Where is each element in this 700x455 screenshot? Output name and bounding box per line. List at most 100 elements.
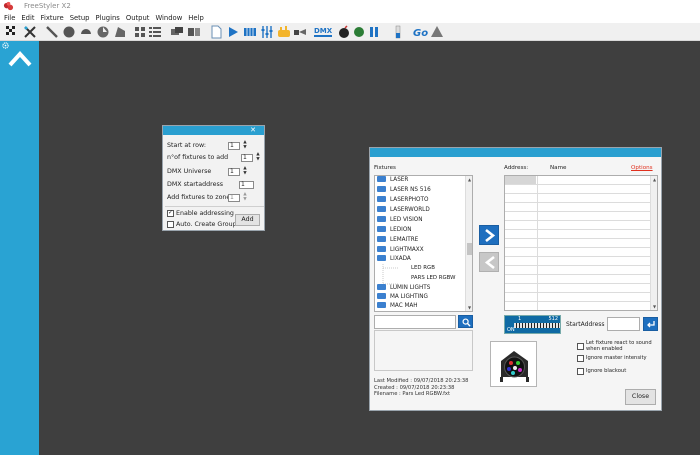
count-input[interactable]: 1 [241,154,253,162]
add-fixture-button[interactable] [479,225,499,245]
hands-icon[interactable] [277,25,291,39]
folder-icon [377,235,386,242]
search-button[interactable] [458,315,473,328]
menu-setup[interactable]: Setup [67,13,93,23]
scroll-down-icon[interactable]: ▼ [466,304,472,311]
dmx-range-bar[interactable]: 1 512 ON [504,315,561,334]
pause-icon[interactable] [367,25,381,39]
menu-file[interactable]: File [0,13,18,23]
menu-bar: File Edit Fixture Setup Plugins Output W… [0,13,700,23]
grid-view-icon[interactable] [133,25,147,39]
search-icon [462,318,471,327]
tree-folder[interactable]: MA LIGHTING [377,292,428,302]
gear-icon[interactable] [2,42,9,49]
tree-folder[interactable]: LIGHTMAXX [377,245,424,255]
enter-icon [647,321,655,328]
options-link[interactable]: Options [631,165,653,171]
tree-folder[interactable]: LASER NS 516 [377,185,431,195]
zone-label: Add fixtures to zone: [167,194,233,201]
pan-icon[interactable] [79,25,93,39]
add-button[interactable]: Add [235,214,260,226]
tree-scrollbar[interactable]: ▲ ▼ [465,176,472,311]
cross-icon[interactable] [23,25,37,39]
tree-folder[interactable]: LASERPHOTO [377,195,428,205]
ignore-blackout-checkbox[interactable] [577,368,584,375]
menu-plugins[interactable]: Plugins [92,13,122,23]
chevron-right-icon [485,228,496,243]
zone-input[interactable]: 1 [228,194,240,202]
tree-folder[interactable]: LED VISION [377,215,423,225]
table-scrollbar[interactable]: ▲ ▼ [650,176,657,310]
list-view-icon[interactable] [148,25,162,39]
scroll-up-icon[interactable]: ▲ [651,176,657,183]
ignore-master-label: Ignore master intensity [586,355,647,361]
go-icon[interactable]: Go [412,25,428,39]
tree-folder[interactable]: LUMIN LIGHTS [377,283,430,293]
tree-fixture-led-rgb[interactable]: LED RGB [411,264,435,273]
menu-edit[interactable]: Edit [18,13,37,23]
start-address-input[interactable] [607,317,640,331]
blackout-icon[interactable] [430,25,444,39]
tree-fixture-pars-led-rgbw[interactable]: PARS LED RGBW [411,274,456,283]
sidebar [0,41,39,455]
circle-tool-icon[interactable] [62,25,76,39]
record-icon[interactable] [352,25,366,39]
zone-stepper[interactable]: ▲ ▼ [242,192,248,202]
dmx-in-icon[interactable]: DMX [313,25,333,39]
fixture-search-input[interactable] [374,315,456,329]
auto-group-checkbox[interactable] [167,221,174,228]
bomb-icon[interactable] [337,25,351,39]
tree-folder[interactable]: LASER [377,176,408,185]
rotate-icon[interactable] [96,25,110,39]
menu-help[interactable]: Help [185,13,207,23]
menu-output[interactable]: Output [123,13,153,23]
new-file-icon[interactable] [209,25,223,39]
tree-folder[interactable]: LIXADA [377,254,411,264]
select-icon[interactable] [5,25,19,39]
cue-icon[interactable] [293,25,307,39]
menu-window[interactable]: Window [152,13,185,23]
tree-folder[interactable]: LEMAITRE [377,235,418,245]
grid-line [505,274,652,275]
tree-folder[interactable]: LEDION [377,225,412,235]
level-icon[interactable] [391,25,405,39]
app-logo-icon [3,1,14,11]
ungroup-icon[interactable] [187,25,201,39]
sound-react-checkbox[interactable] [577,343,584,350]
enable-addressing-checkbox[interactable] [167,209,174,217]
line-tool-icon[interactable] [45,25,59,39]
start-row-stepper[interactable]: ▲ ▼ [242,140,248,150]
svg-text:DMX: DMX [314,27,333,35]
startaddress-input[interactable]: 1 [239,181,254,189]
ignore-master-checkbox[interactable] [577,355,584,362]
close-button[interactable]: Close [625,389,656,405]
group-icon[interactable] [170,25,184,39]
folder-icon [377,176,386,182]
fixture-tree[interactable]: LASER LASER NS 516 LASERPHOTO LASERWORLD… [374,175,473,312]
menu-fixture[interactable]: Fixture [38,13,67,23]
universe-input[interactable]: 1 [228,168,240,176]
tree-folder[interactable]: LASERWORLD [377,205,430,215]
ramp-icon[interactable] [113,25,127,39]
sequence-icon[interactable] [243,25,257,39]
universe-stepper[interactable]: ▲ ▼ [242,166,248,176]
scroll-thumb[interactable] [467,243,472,255]
remove-fixture-button[interactable] [479,252,499,272]
apply-address-button[interactable] [643,317,658,331]
faders-icon[interactable] [260,25,274,39]
folder-icon [377,301,386,308]
tree-folder[interactable]: MAC MAH [377,301,418,311]
folder-icon [377,215,386,222]
grid-line [505,292,652,293]
enable-addressing-label: Enable addressing [176,210,234,217]
start-row-input[interactable]: 1 [228,142,240,150]
selected-cell[interactable] [505,176,536,184]
play-icon[interactable] [226,25,240,39]
scroll-up-icon[interactable]: ▲ [466,176,472,183]
chevron-up-icon[interactable] [8,50,32,68]
scroll-down-icon[interactable]: ▼ [651,303,657,310]
count-stepper[interactable]: ▲ ▼ [255,152,261,162]
patch-table[interactable]: ▲ ▼ [504,175,658,311]
close-icon[interactable]: ✕ [247,126,259,135]
last-modified-text: Last Modified : 09/07/2018 20:23:38 [374,378,469,384]
